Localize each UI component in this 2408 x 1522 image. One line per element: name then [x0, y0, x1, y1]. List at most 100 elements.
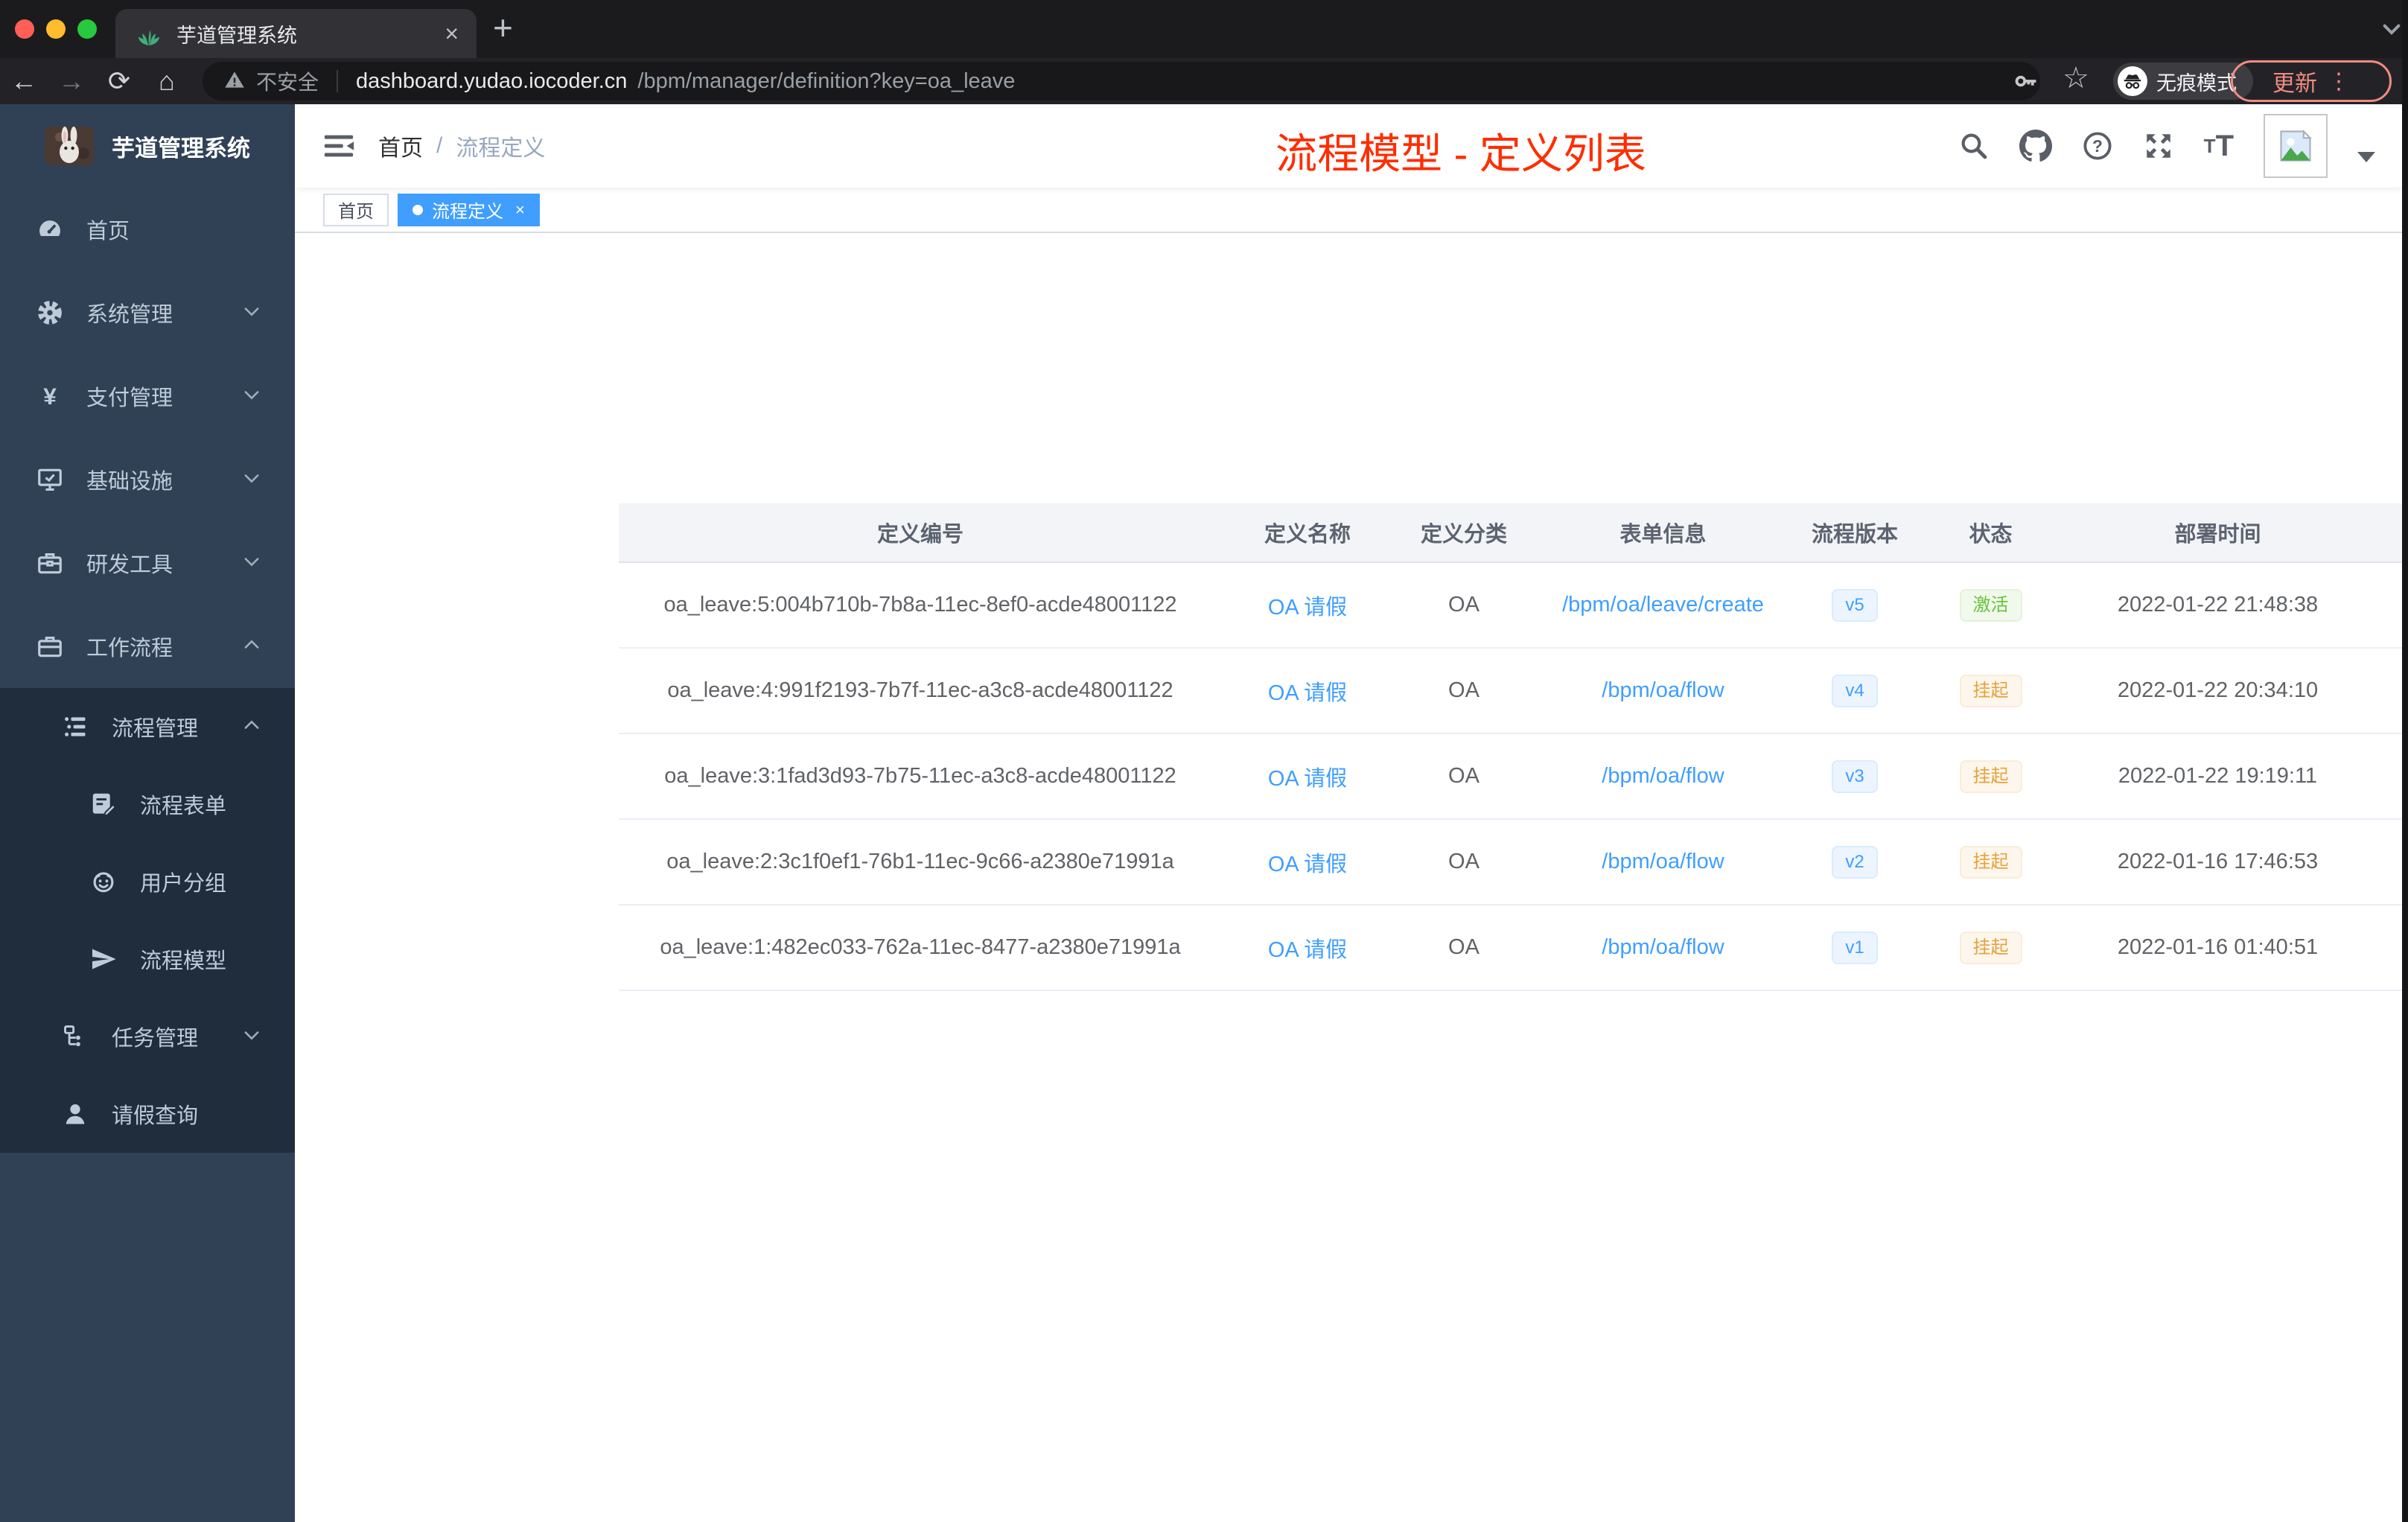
- chevron-down-icon: [241, 1025, 262, 1049]
- form-info-link[interactable]: /bpm/oa/leave/create: [1562, 593, 1764, 617]
- sidebar-item-process-model[interactable]: 流程模型: [0, 920, 295, 998]
- form-info-link[interactable]: /bpm/oa/flow: [1602, 764, 1724, 789]
- zoom-window-button[interactable]: [77, 19, 97, 39]
- search-icon[interactable]: [1958, 130, 1990, 162]
- app-title: 芋道管理系统: [112, 135, 250, 162]
- cell-category: OA: [1393, 649, 1535, 734]
- sidebar-item-process-management[interactable]: 流程管理: [0, 688, 295, 765]
- form-info-link[interactable]: /bpm/oa/flow: [1602, 678, 1724, 703]
- form-info-link[interactable]: /bpm/oa/flow: [1602, 935, 1724, 960]
- monitor-icon: [34, 464, 66, 495]
- cell-name: OA 请假: [1222, 649, 1393, 734]
- forward-button[interactable]: →: [48, 66, 95, 97]
- toolbox-icon: [34, 547, 66, 579]
- sidebar-item-label: 支付管理: [86, 386, 173, 410]
- new-tab-button[interactable]: +: [493, 7, 513, 48]
- cell-version: v3: [1791, 734, 1918, 820]
- version-badge: v3: [1832, 760, 1878, 793]
- url-divider: [337, 70, 339, 92]
- screen: 芋道管理系统 × + ← → ⟳ ⌂ 不安全 dashboard.yudao.i…: [0, 0, 2408, 1522]
- help-icon[interactable]: ?: [2082, 130, 2113, 162]
- sidebar-item-task-management[interactable]: 任务管理: [0, 998, 295, 1075]
- cell-name: OA 请假: [1222, 734, 1393, 820]
- sidebar-item-label: 研发工具: [86, 553, 173, 577]
- sidebar-item-system-management[interactable]: 系统管理: [0, 271, 295, 354]
- cell-category: OA: [1393, 563, 1535, 649]
- address-bar[interactable]: 不安全 dashboard.yudao.iocoder.cn/bpm/manag…: [203, 62, 2040, 101]
- tag-home[interactable]: 首页: [323, 193, 389, 226]
- reload-button[interactable]: ⟳: [95, 66, 143, 97]
- navbar-actions: ? TT: [1958, 104, 2375, 188]
- sidebar-item-label: 工作流程: [86, 637, 173, 660]
- sidebar-item-label: 系统管理: [86, 303, 173, 327]
- cell-version: v4: [1791, 649, 1918, 734]
- cell-name: OA 请假: [1222, 905, 1393, 991]
- cell-form: /bpm/oa/flow: [1535, 734, 1791, 820]
- column-header: 状态: [1918, 503, 2063, 563]
- tab-close-icon[interactable]: ×: [445, 22, 459, 45]
- cell-form: /bpm/oa/flow: [1535, 649, 1791, 734]
- sidebar-item-leave-query[interactable]: 请假查询: [0, 1075, 295, 1153]
- security-warning-icon[interactable]: [223, 69, 246, 95]
- menu-kebab-icon[interactable]: ⋮: [2328, 69, 2350, 95]
- sidebar-item-label: 首页: [86, 220, 130, 243]
- definition-name-link[interactable]: OA 请假: [1268, 675, 1347, 707]
- fullscreen-icon[interactable]: [2143, 130, 2174, 162]
- password-key-icon[interactable]: [2012, 67, 2040, 99]
- cell-id: oa_leave:3:1fad3d93-7b75-11ec-a3c8-acde4…: [619, 734, 1222, 820]
- tab-title: 芋道管理系统: [176, 24, 297, 47]
- sidebar-fold-icon[interactable]: [322, 129, 356, 167]
- definition-name-link[interactable]: OA 请假: [1268, 932, 1347, 964]
- sidebar-item-home[interactable]: 首页: [0, 188, 295, 271]
- active-tag-dot: [413, 204, 423, 215]
- sidebar-item-payment-management[interactable]: ¥ 支付管理: [0, 354, 295, 438]
- sidebar-item-label: 基础设施: [86, 470, 173, 494]
- tree-list-icon: [60, 711, 91, 742]
- status-badge: 挂起: [1959, 845, 2022, 879]
- sidebar-item-label: 流程表单: [140, 795, 227, 818]
- sidebar-item-user-group[interactable]: 用户分组: [0, 843, 295, 920]
- cell-deploy_time: 2022-01-22 19:19:11: [2063, 734, 2372, 820]
- font-size-icon[interactable]: TT: [2204, 130, 2234, 163]
- avatar-caret-icon[interactable]: [2357, 152, 2375, 162]
- tag-process-definition[interactable]: 流程定义 ×: [398, 193, 540, 226]
- definition-name-link[interactable]: OA 请假: [1268, 590, 1347, 621]
- definition-name-link[interactable]: OA 请假: [1268, 761, 1347, 792]
- yen-icon: ¥: [34, 380, 66, 412]
- chrome-update-button[interactable]: 更新 ⋮: [2231, 60, 2392, 102]
- sidebar-item-label: 任务管理: [112, 1027, 199, 1051]
- tag-close-icon[interactable]: ×: [515, 200, 525, 220]
- cell-status: 激活: [1918, 563, 2063, 649]
- close-window-button[interactable]: [15, 19, 34, 39]
- sidebar-item-label: 用户分组: [140, 872, 227, 896]
- column-header: 定义名称: [1222, 503, 1393, 563]
- sidebar-item-workflow[interactable]: 工作流程: [0, 605, 295, 688]
- breadcrumb: 首页 / 流程定义: [378, 130, 545, 162]
- sidebar-item-dev-tools[interactable]: 研发工具: [0, 521, 295, 605]
- sidebar-item-infrastructure[interactable]: 基础设施: [0, 438, 295, 521]
- briefcase-icon: [34, 631, 66, 662]
- app-navbar: 首页 / 流程定义 流程模型 - 定义列表 ? TT: [295, 104, 2402, 188]
- tab-search-chevron-icon[interactable]: [2380, 18, 2404, 45]
- user-avatar[interactable]: [2264, 114, 2328, 178]
- cell-category: OA: [1393, 820, 1535, 905]
- cell-id: oa_leave:4:991f2193-7b7f-11ec-a3c8-acde4…: [619, 649, 1222, 734]
- back-button[interactable]: ←: [0, 66, 48, 97]
- definition-name-link[interactable]: OA 请假: [1268, 847, 1347, 878]
- breadcrumb-home[interactable]: 首页: [378, 130, 423, 162]
- cell-deploy_time: 2022-01-16 17:46:53: [2063, 820, 2372, 905]
- github-icon[interactable]: [2019, 130, 2052, 162]
- home-button[interactable]: ⌂: [143, 66, 191, 97]
- breadcrumb-current: 流程定义: [456, 136, 546, 161]
- status-badge: 挂起: [1959, 760, 2022, 793]
- cell-category: OA: [1393, 905, 1535, 991]
- form-info-link[interactable]: /bpm/oa/flow: [1602, 850, 1724, 874]
- minimize-window-button[interactable]: [46, 19, 66, 39]
- sidebar-item-process-form[interactable]: 流程表单: [0, 765, 295, 843]
- sidebar-logo[interactable]: 芋道管理系统: [0, 104, 295, 188]
- browser-tab[interactable]: 芋道管理系统 ×: [115, 9, 477, 58]
- bookmark-star-icon[interactable]: ☆: [2063, 61, 2089, 95]
- chevron-down-icon: [241, 468, 262, 492]
- status-badge: 挂起: [1959, 931, 2022, 964]
- logo-avatar: [45, 127, 94, 165]
